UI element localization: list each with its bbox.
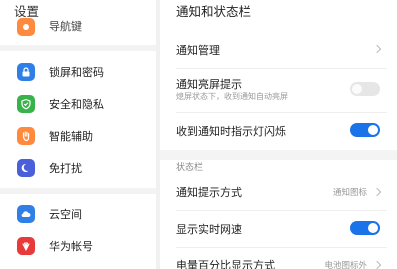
row-wake-screen[interactable]: 通知亮屏提示 熄屏状态下，收到通知自动亮屏 — [160, 72, 397, 108]
row-label: 通知管理 — [176, 44, 220, 57]
row-value: 通知图标 — [332, 188, 367, 198]
row-label: 通知提示方式 — [176, 186, 242, 199]
sidebar-item-lock[interactable]: 锁屏和密码 — [0, 55, 156, 87]
row-battery-percent[interactable]: 电量百分比显示方式 电池图标外 — [160, 251, 397, 269]
row-divider — [176, 210, 387, 211]
row-notify-method[interactable]: 通知提示方式 通知图标 — [160, 176, 397, 206]
row-divider — [176, 247, 387, 248]
sidebar-item-account[interactable]: 华为帐号 — [0, 229, 156, 261]
row-label: 通知亮屏提示 — [176, 78, 242, 91]
row-divider — [176, 112, 387, 113]
section-header: 状态栏 — [176, 163, 204, 173]
sidebar-item-cloud[interactable]: 云空间 — [0, 197, 156, 229]
sidebar-item-label: 锁屏和密码 — [49, 66, 104, 79]
sidebar-item-security[interactable]: 安全和隐私 — [0, 87, 156, 119]
row-value: 电池图标外 — [324, 261, 367, 269]
row-label: 收到通知时指示灯闪烁 — [176, 125, 286, 138]
moon-icon — [17, 159, 35, 177]
section-separator — [160, 150, 397, 160]
group-divider — [0, 45, 156, 51]
chevron-right-icon — [372, 260, 382, 269]
sidebar-item-dnd[interactable]: 免打扰 — [0, 151, 156, 183]
row-label: 电量百分比显示方式 — [176, 259, 275, 269]
sidebar-item-label: 导航键 — [49, 20, 82, 33]
row-notification-manage[interactable]: 通知管理 — [160, 36, 397, 62]
huawei-icon — [17, 237, 35, 255]
sidebar-item-label: 智能辅助 — [49, 130, 93, 143]
page-title: 通知和状态栏 — [176, 4, 252, 19]
navigation-icon — [17, 18, 35, 36]
settings-sidebar: 设置 导航键 锁屏和密码 安全和隐私 智能辅助 免打扰 云空间 华为帐号 — [0, 0, 156, 269]
sidebar-item-label: 免打扰 — [49, 162, 82, 175]
group-divider — [0, 188, 156, 194]
wake-screen-toggle[interactable] — [350, 82, 380, 96]
chevron-right-icon — [372, 187, 382, 197]
sidebar-item-label: 安全和隐私 — [49, 98, 104, 111]
hand-icon — [17, 127, 35, 145]
lock-icon — [17, 63, 35, 81]
row-led-blink[interactable]: 收到通知时指示灯闪烁 — [160, 116, 397, 146]
row-sublabel: 熄屏状态下，收到通知自动亮屏 — [176, 92, 288, 101]
row-label: 显示实时网速 — [176, 223, 242, 236]
sidebar-item-navigation[interactable]: 导航键 — [0, 12, 156, 44]
net-speed-toggle[interactable] — [350, 221, 380, 235]
row-divider — [176, 68, 387, 69]
sidebar-item-assist[interactable]: 智能辅助 — [0, 119, 156, 151]
sidebar-item-label: 华为帐号 — [49, 240, 93, 253]
row-net-speed[interactable]: 显示实时网速 — [160, 214, 397, 244]
led-blink-toggle[interactable] — [350, 123, 380, 137]
shield-icon — [17, 95, 35, 113]
chevron-right-icon — [372, 44, 382, 54]
sidebar-item-label: 云空间 — [49, 208, 82, 221]
cloud-icon — [17, 205, 35, 223]
detail-pane: 通知和状态栏 通知管理 通知亮屏提示 熄屏状态下，收到通知自动亮屏 收到通知时指… — [160, 0, 397, 269]
